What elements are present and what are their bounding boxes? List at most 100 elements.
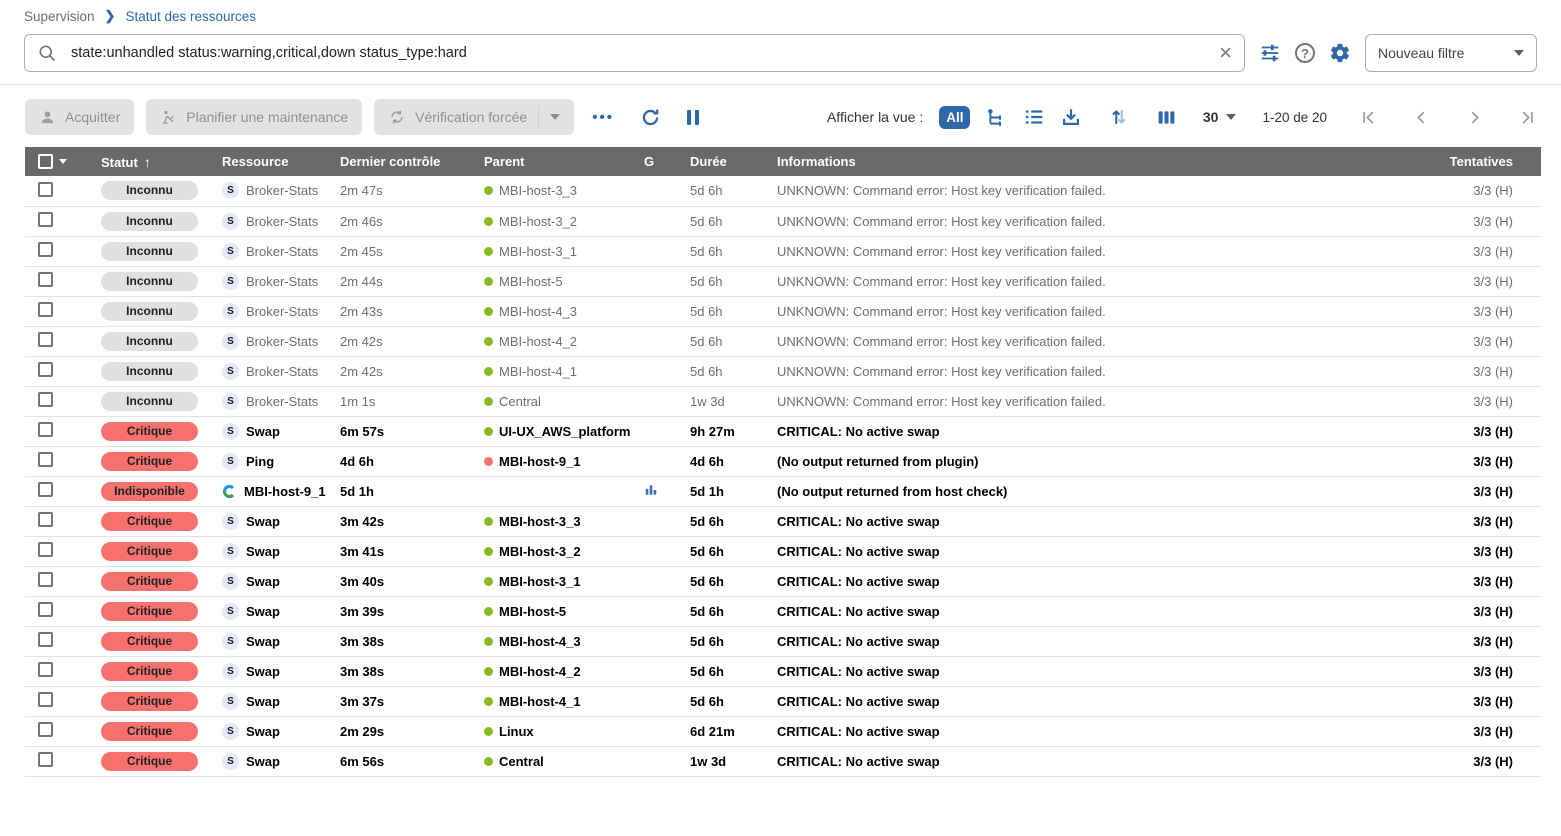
resource-name[interactable]: Broker-Stats — [246, 364, 318, 379]
status-badge[interactable]: Critique — [101, 692, 198, 711]
parent-name[interactable]: MBI-host-4_1 — [499, 364, 577, 379]
chevron-down-icon[interactable] — [550, 114, 560, 120]
refresh-icon[interactable] — [640, 107, 661, 128]
breadcrumb-page[interactable]: Statut des ressources — [125, 9, 256, 24]
status-badge[interactable]: Critique — [101, 752, 198, 771]
parent-name[interactable]: Linux — [499, 724, 534, 739]
resource-name[interactable]: Broker-Stats — [246, 244, 318, 259]
resource-name[interactable]: Broker-Stats — [246, 183, 318, 198]
resource-name[interactable]: Broker-Stats — [246, 274, 318, 289]
table-row[interactable]: Critique S Swap 3m 38s MBI-host-4_3 5d 6… — [25, 626, 1541, 656]
status-badge[interactable]: Critique — [101, 602, 198, 621]
status-badge[interactable]: Critique — [101, 722, 198, 741]
parent-name[interactable]: MBI-host-5 — [499, 604, 566, 619]
resource-name[interactable]: Swap — [246, 754, 280, 769]
table-row[interactable]: Critique S Swap 6m 56s Central 1w 3d CRI… — [25, 746, 1541, 776]
row-checkbox[interactable] — [38, 572, 53, 587]
parent-name[interactable]: MBI-host-4_2 — [499, 334, 577, 349]
row-checkbox[interactable] — [38, 692, 53, 707]
table-row[interactable]: Critique S Swap 3m 38s MBI-host-4_2 5d 6… — [25, 656, 1541, 686]
row-checkbox[interactable] — [38, 482, 53, 497]
resource-name[interactable]: Swap — [246, 604, 280, 619]
status-badge[interactable]: Inconnu — [101, 272, 198, 291]
table-row[interactable]: Inconnu S Broker-Stats 2m 47s MBI-host-3… — [25, 176, 1541, 206]
parent-name[interactable]: MBI-host-4_3 — [499, 304, 577, 319]
table-row[interactable]: Critique S Swap 3m 42s MBI-host-3_3 5d 6… — [25, 506, 1541, 536]
first-page-icon[interactable] — [1359, 108, 1378, 127]
status-badge[interactable]: Inconnu — [101, 332, 198, 351]
table-row[interactable]: Inconnu S Broker-Stats 2m 45s MBI-host-3… — [25, 236, 1541, 266]
status-badge[interactable]: Inconnu — [101, 181, 198, 200]
view-tree-icon[interactable] — [986, 107, 1007, 128]
search-input[interactable] — [71, 45, 1205, 61]
resource-name[interactable]: Broker-Stats — [246, 214, 318, 229]
status-badge[interactable]: Critique — [101, 572, 198, 591]
table-row[interactable]: Critique S Swap 3m 40s MBI-host-3_1 5d 6… — [25, 566, 1541, 596]
status-badge[interactable]: Inconnu — [101, 392, 198, 411]
row-checkbox[interactable] — [38, 512, 53, 527]
previous-page-icon[interactable] — [1412, 108, 1431, 127]
header-ressource[interactable]: Ressource — [218, 147, 336, 176]
parent-name[interactable]: UI-UX_AWS_platform — [499, 424, 630, 439]
header-tentatives[interactable]: Tentatives — [1395, 147, 1541, 176]
status-badge[interactable]: Critique — [101, 542, 198, 561]
chevron-down-icon[interactable] — [59, 159, 67, 164]
search-box[interactable]: × — [24, 34, 1245, 72]
columns-icon[interactable] — [1156, 107, 1177, 128]
resource-name[interactable]: Swap — [246, 634, 280, 649]
status-badge[interactable]: Critique — [101, 632, 198, 651]
row-checkbox[interactable] — [38, 272, 53, 287]
parent-name[interactable]: MBI-host-9_1 — [499, 454, 581, 469]
view-all-button[interactable]: All — [939, 106, 970, 129]
row-checkbox[interactable] — [38, 242, 53, 257]
row-checkbox[interactable] — [38, 542, 53, 557]
status-badge[interactable]: Inconnu — [101, 302, 198, 321]
parent-name[interactable]: MBI-host-5 — [499, 274, 563, 289]
table-row[interactable]: Indisponible MBI-host-9_1 5d 1h 5d 1h (N… — [25, 476, 1541, 506]
next-page-icon[interactable] — [1465, 108, 1484, 127]
parent-name[interactable]: MBI-host-3_1 — [499, 574, 581, 589]
row-checkbox[interactable] — [38, 752, 53, 767]
resource-name[interactable]: Ping — [246, 454, 274, 469]
status-badge[interactable]: Inconnu — [101, 242, 198, 261]
resource-name[interactable]: Swap — [246, 694, 280, 709]
parent-name[interactable]: MBI-host-3_3 — [499, 514, 581, 529]
breadcrumb-section[interactable]: Supervision — [24, 9, 95, 24]
header-g[interactable]: G — [640, 147, 686, 176]
acknowledge-button[interactable]: Acquitter — [25, 99, 134, 135]
parent-name[interactable]: Central — [499, 754, 544, 769]
graph-icon[interactable] — [644, 483, 658, 497]
clear-search-icon[interactable]: × — [1219, 42, 1232, 64]
resource-name[interactable]: MBI-host-9_1 — [244, 484, 326, 499]
last-page-icon[interactable] — [1518, 108, 1537, 127]
row-checkbox[interactable] — [38, 602, 53, 617]
row-checkbox[interactable] — [38, 182, 53, 197]
select-all-checkbox[interactable] — [38, 154, 53, 169]
table-row[interactable]: Critique S Swap 3m 39s MBI-host-5 5d 6h … — [25, 596, 1541, 626]
parent-name[interactable]: Central — [499, 394, 541, 409]
resource-name[interactable]: Swap — [246, 514, 280, 529]
status-badge[interactable]: Critique — [101, 662, 198, 681]
row-checkbox[interactable] — [38, 212, 53, 227]
table-row[interactable]: Inconnu S Broker-Stats 2m 42s MBI-host-4… — [25, 356, 1541, 386]
row-checkbox[interactable] — [38, 392, 53, 407]
row-checkbox[interactable] — [38, 362, 53, 377]
resource-name[interactable]: Swap — [246, 574, 280, 589]
row-checkbox[interactable] — [38, 422, 53, 437]
gear-icon[interactable] — [1329, 42, 1351, 64]
saved-filter-select[interactable]: Nouveau filtre — [1365, 34, 1537, 72]
row-checkbox[interactable] — [38, 632, 53, 647]
table-row[interactable]: Inconnu S Broker-Stats 2m 44s MBI-host-5… — [25, 266, 1541, 296]
table-row[interactable]: Inconnu S Broker-Stats 2m 43s MBI-host-4… — [25, 296, 1541, 326]
row-checkbox[interactable] — [38, 452, 53, 467]
resource-name[interactable]: Swap — [246, 544, 280, 559]
resource-name[interactable]: Swap — [246, 664, 280, 679]
table-row[interactable]: Critique S Ping 4d 6h MBI-host-9_1 4d 6h… — [25, 446, 1541, 476]
parent-name[interactable]: MBI-host-4_1 — [499, 694, 581, 709]
resource-name[interactable]: Broker-Stats — [246, 334, 318, 349]
table-row[interactable]: Inconnu S Broker-Stats 2m 46s MBI-host-3… — [25, 206, 1541, 236]
status-badge[interactable]: Critique — [101, 512, 198, 531]
more-actions-icon[interactable]: ••• — [592, 109, 614, 126]
parent-name[interactable]: MBI-host-3_1 — [499, 244, 577, 259]
rows-per-page-select[interactable]: 30 — [1203, 109, 1237, 125]
